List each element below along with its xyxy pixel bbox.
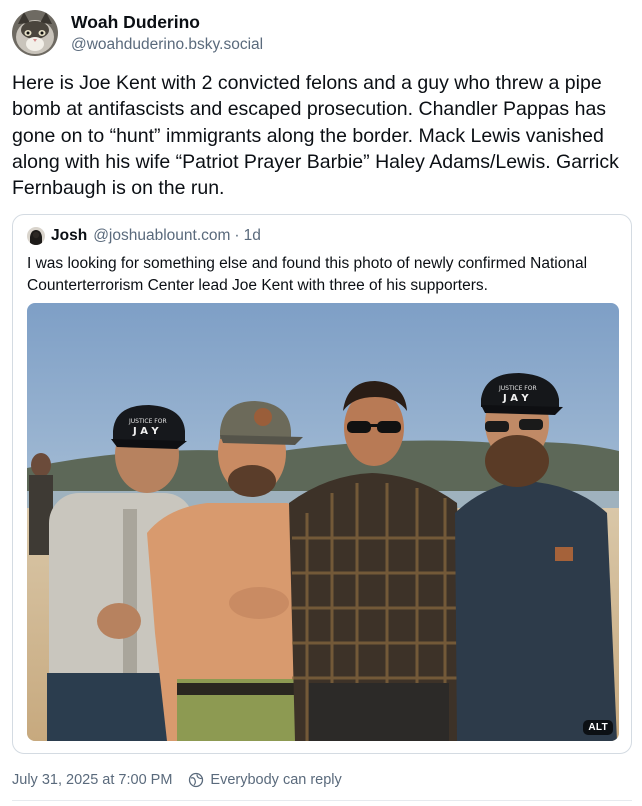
quoted-post-text: I was looking for something else and fou… — [27, 255, 588, 294]
post-footer: July 31, 2025 at 7:00 PM Everybody can r… — [12, 772, 342, 788]
quoted-post-photo[interactable]: JUSTICE FOR J A Y JUSTICE FOR J A Y ALT — [27, 303, 619, 741]
quoted-author-handle[interactable]: @joshuablount.com — [93, 227, 230, 245]
quoted-post-time[interactable]: 1d — [244, 227, 261, 245]
svg-text:JUSTICE FOR: JUSTICE FOR — [498, 385, 537, 392]
alt-text-badge[interactable]: ALT — [583, 720, 613, 735]
author-block: Woah Duderino @woahduderino.bsky.social — [71, 11, 263, 56]
quoted-post-card[interactable]: Josh @joshuablount.com · 1d I was lookin… — [12, 214, 632, 754]
cat-avatar-icon[interactable] — [12, 10, 58, 56]
post-timestamp[interactable]: July 31, 2025 at 7:00 PM — [12, 772, 172, 788]
reply-setting-label[interactable]: Everybody can reply — [210, 772, 341, 788]
author-handle[interactable]: @woahduderino.bsky.social — [71, 34, 263, 56]
svg-text:J A Y: J A Y — [132, 426, 159, 437]
svg-text:J A Y: J A Y — [502, 393, 529, 404]
quoted-author-avatar[interactable] — [27, 227, 45, 245]
separator-dot: · — [234, 227, 240, 244]
post-header: Woah Duderino @woahduderino.bsky.social — [12, 10, 263, 56]
bottom-divider — [12, 800, 632, 801]
quoted-post-header: Josh @joshuablount.com · 1d — [27, 227, 261, 245]
quoted-author-name[interactable]: Josh — [51, 227, 87, 245]
post-text: Here is Joe Kent with 2 convicted felons… — [12, 72, 619, 200]
globe-reply-icon — [188, 772, 204, 788]
author-display-name[interactable]: Woah Duderino — [71, 11, 263, 34]
svg-text:JUSTICE FOR: JUSTICE FOR — [128, 418, 167, 425]
